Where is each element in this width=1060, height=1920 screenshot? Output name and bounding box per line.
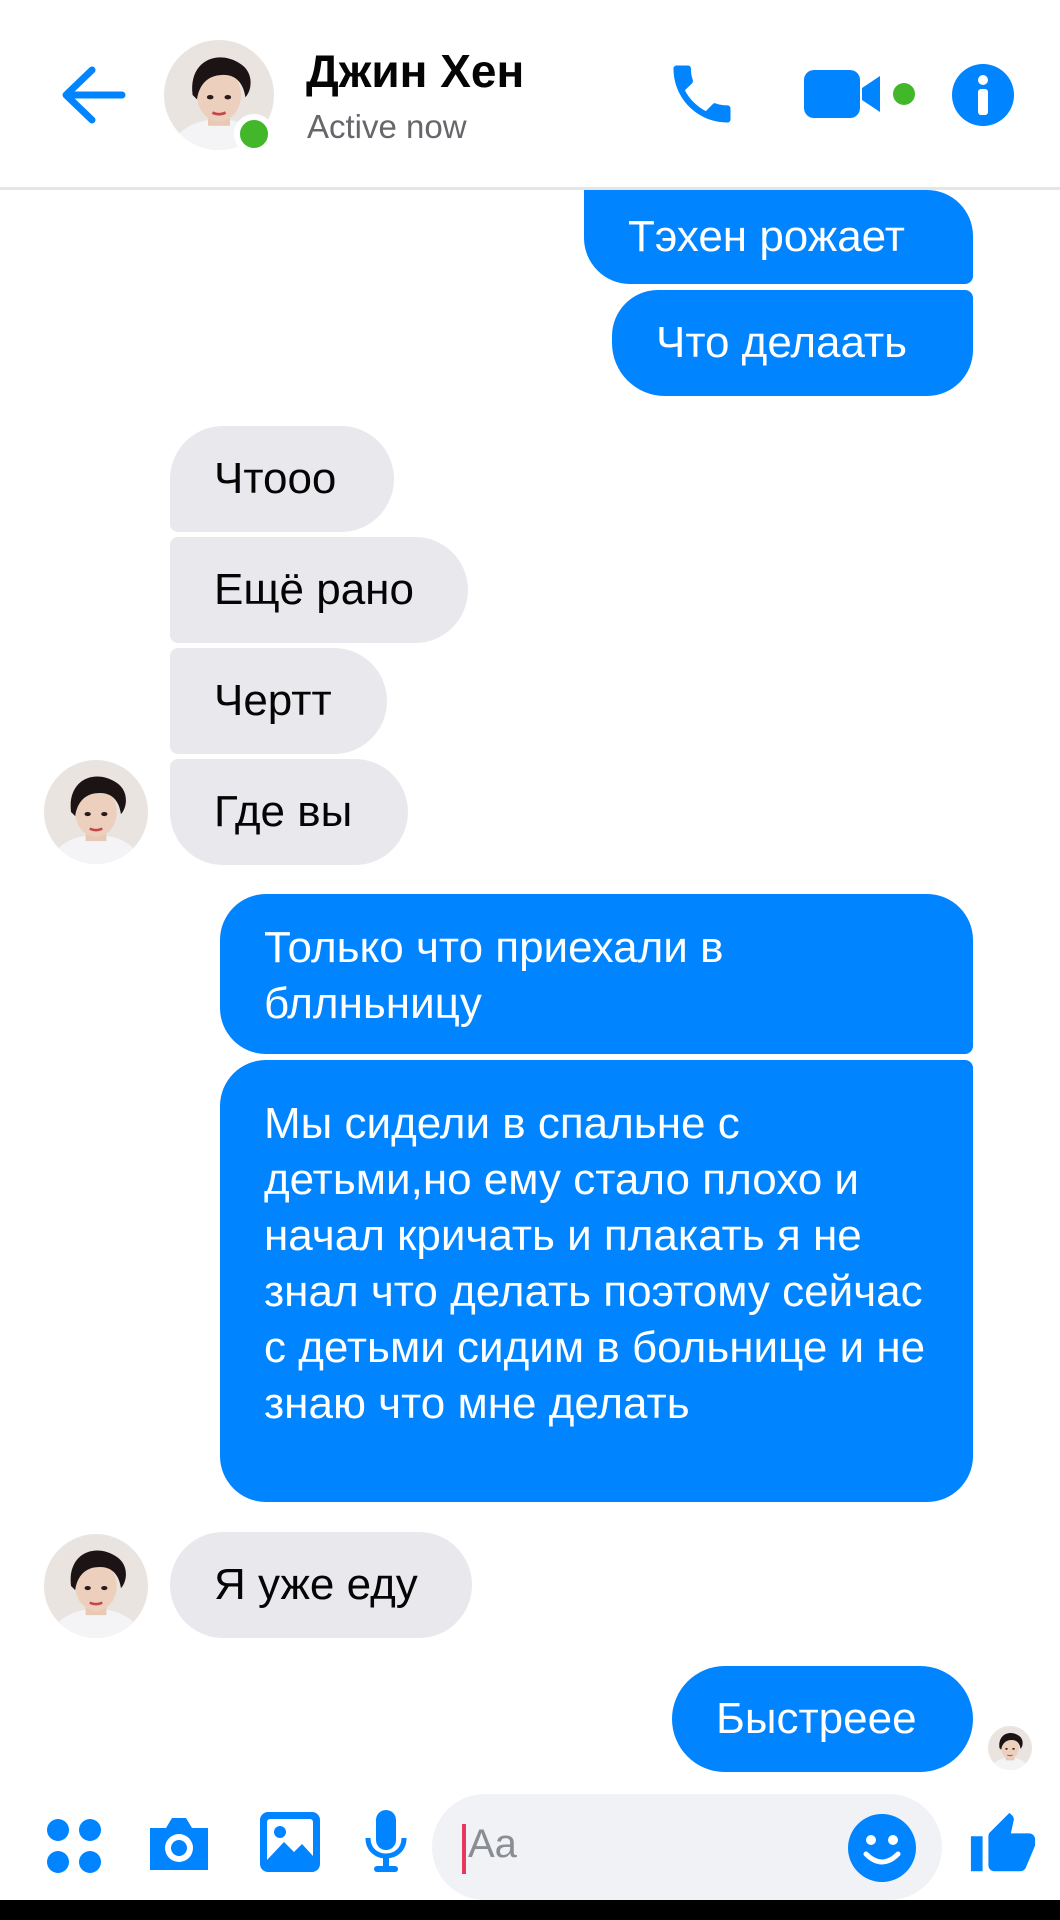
online-indicator bbox=[234, 114, 274, 154]
text-caret bbox=[462, 1824, 466, 1874]
messenger-chat-screen: Джин Хен Active now Тэхен рожает Что дел… bbox=[0, 0, 1060, 1920]
gallery-icon[interactable] bbox=[258, 1810, 322, 1874]
thumbs-up-icon[interactable] bbox=[968, 1810, 1038, 1880]
contact-name[interactable]: Джин Хен bbox=[306, 44, 524, 98]
apps-icon[interactable] bbox=[44, 1816, 104, 1876]
message-text: Только что приехали в бллньницу bbox=[264, 923, 724, 1028]
contact-avatar[interactable] bbox=[44, 760, 148, 864]
contact-avatar[interactable] bbox=[44, 1534, 148, 1638]
video-camera-icon[interactable] bbox=[800, 62, 920, 126]
system-navigation-bar bbox=[0, 1900, 1060, 1920]
message-bubble[interactable]: Тэхен рожает bbox=[584, 190, 973, 284]
microphone-icon[interactable] bbox=[362, 1808, 410, 1874]
message-input[interactable]: Aa bbox=[432, 1794, 942, 1900]
message-bubble[interactable]: Только что приехали в бллньницу bbox=[220, 894, 973, 1054]
contact-status: Active now bbox=[307, 108, 467, 145]
info-icon[interactable] bbox=[950, 62, 1016, 128]
phone-icon[interactable] bbox=[664, 56, 740, 132]
message-text: Мы сидели в спальне с детьми,но ему стал… bbox=[264, 1099, 926, 1428]
message-bubble[interactable]: Я уже еду bbox=[170, 1532, 472, 1638]
message-text: Где вы bbox=[214, 787, 353, 836]
message-bubble[interactable]: Где вы bbox=[170, 759, 408, 865]
message-text: Быстреее bbox=[716, 1694, 917, 1743]
message-bubble[interactable]: Ещё рано bbox=[170, 537, 468, 643]
message-text: Чертт bbox=[214, 676, 332, 725]
message-text: Чтооо bbox=[214, 454, 337, 503]
message-text: Что делаать bbox=[656, 318, 908, 367]
message-bubble[interactable]: Чертт bbox=[170, 648, 387, 754]
chat-header: Джин Хен Active now bbox=[0, 0, 1060, 190]
seen-indicator-avatar bbox=[988, 1726, 1032, 1770]
back-arrow-icon[interactable] bbox=[56, 58, 130, 132]
message-input-placeholder: Aa bbox=[468, 1822, 517, 1866]
message-text: Тэхен рожает bbox=[628, 212, 905, 261]
message-bubble[interactable]: Что делаать bbox=[612, 290, 973, 396]
message-bubble[interactable]: Быстреее bbox=[672, 1666, 973, 1772]
message-bubble[interactable]: Мы сидели в спальне с детьми,но ему стал… bbox=[220, 1060, 973, 1502]
message-text: Ещё рано bbox=[214, 565, 414, 614]
message-text: Я уже еду bbox=[214, 1560, 418, 1609]
camera-icon[interactable] bbox=[146, 1810, 212, 1876]
emoji-icon[interactable] bbox=[846, 1812, 918, 1884]
message-bubble[interactable]: Чтооо bbox=[170, 426, 394, 532]
composer-bar: Aa bbox=[0, 1780, 1060, 1900]
